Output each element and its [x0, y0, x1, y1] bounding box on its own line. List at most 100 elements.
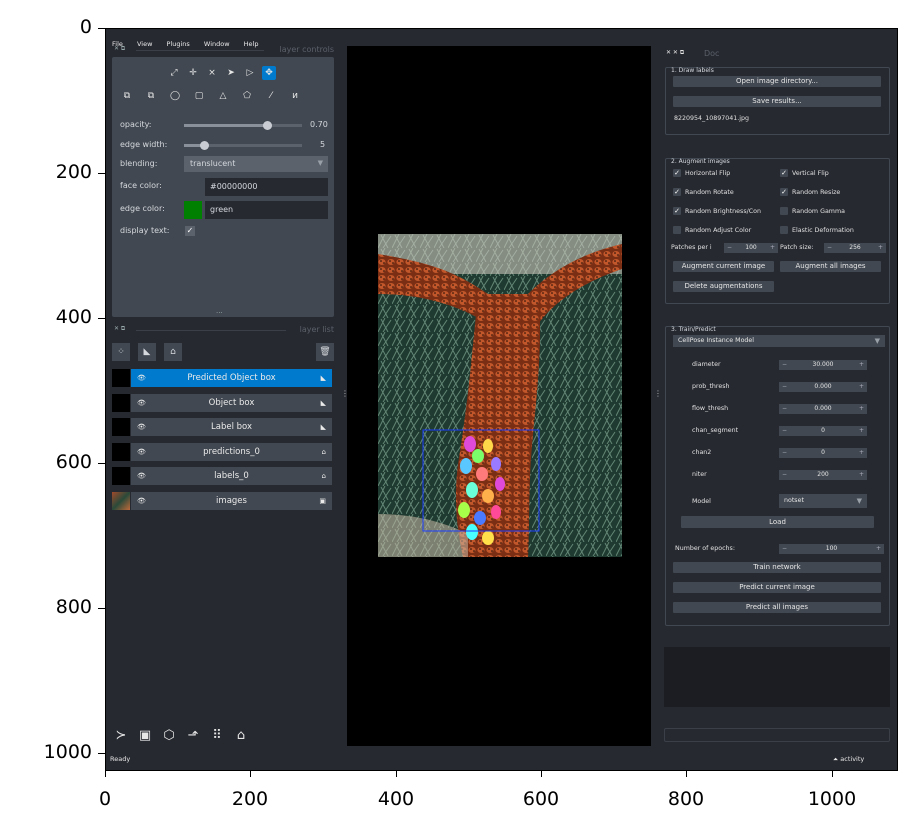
plus-icon[interactable]: + [770, 243, 775, 253]
roll-icon: ⬡ [163, 728, 175, 743]
eye-icon[interactable]: 👁 [137, 492, 146, 510]
edge-color-input[interactable]: green [205, 201, 328, 219]
opacity-slider[interactable] [184, 121, 302, 130]
patches-spinbox[interactable]: −100 + [724, 243, 778, 253]
select-vertices-button[interactable]: ⤢ [167, 66, 181, 80]
blending-select[interactable]: translucent ▼ [184, 156, 328, 172]
edge-color-swatch[interactable] [184, 201, 202, 219]
chevron-down-icon: ▼ [317, 159, 323, 167]
load-button[interactable]: Load [681, 516, 874, 528]
transpose-button[interactable]: ⬏ [184, 727, 202, 745]
save-results-button[interactable]: Save results... [673, 96, 881, 107]
eye-icon[interactable]: 👁 [137, 467, 146, 485]
augment-option-label: Horizontal Flip [685, 170, 731, 177]
canvas-splitter-left[interactable]: ⋮ [341, 389, 349, 398]
model-type-select[interactable]: CellPose Instance Model ▼ [673, 335, 885, 347]
eye-icon[interactable]: 👁 [137, 394, 146, 412]
augment-all-button[interactable]: Augment all images [780, 261, 881, 272]
patch-size-value: 256 [849, 244, 861, 251]
dock-close-icon[interactable]: ✕ ⧉ [114, 45, 125, 53]
train-network-button[interactable]: Train network [673, 562, 881, 573]
augment-checkbox[interactable]: ✓ Random Resize [780, 188, 840, 196]
patch-size-spinbox[interactable]: −256 + [824, 243, 886, 253]
eye-icon[interactable]: 👁 [137, 443, 146, 461]
plus-icon[interactable]: + [876, 544, 881, 554]
augment-checkbox[interactable]: ✓ Vertical Flip [780, 169, 829, 177]
predict-current-button[interactable]: Predict current image [673, 582, 881, 593]
y-tick-mark [98, 753, 105, 754]
move-front-button[interactable]: ⧉ [144, 89, 158, 103]
plus-icon[interactable]: + [878, 243, 883, 253]
edge-width-slider[interactable] [184, 141, 302, 150]
dock-close-icon[interactable]: ✕ ✕ ⧉ [666, 49, 684, 57]
plus-icon[interactable]: + [859, 470, 864, 480]
param-spinbox[interactable]: −30.000 + [779, 360, 867, 370]
activity-button[interactable]: ⏶ activity [833, 755, 864, 764]
edge-width-slider-handle[interactable] [200, 141, 209, 150]
pan-zoom-button[interactable]: ✥ [262, 66, 276, 80]
labels-icon: ⌂ [321, 472, 326, 480]
model-select[interactable]: notset ▼ [779, 494, 867, 508]
move-back-button[interactable]: ⧉ [120, 89, 134, 103]
layer-row[interactable]: 👁 Object box ◣ [131, 393, 332, 412]
plus-icon[interactable]: + [859, 360, 864, 370]
eye-icon[interactable]: 👁 [137, 418, 146, 436]
opacity-slider-handle[interactable] [262, 121, 272, 130]
augment-checkbox[interactable]: ✓ Horizontal Flip [673, 169, 730, 177]
augment-checkbox[interactable]: Elastic Deformation [780, 226, 854, 234]
delete-layer-button[interactable]: 🗑 [316, 343, 334, 361]
polyline-button[interactable]: ᴎ [288, 89, 302, 103]
new-shapes-button[interactable]: ◣ [138, 343, 156, 361]
face-color-swatch[interactable] [184, 178, 202, 196]
remove-vertices-button[interactable]: × [205, 66, 219, 80]
predict-all-button[interactable]: Predict all images [673, 602, 881, 613]
path-button[interactable]: ⬠ [240, 89, 254, 103]
layer-row[interactable]: 👁 Predicted Object box ◣ [131, 369, 332, 387]
line-button[interactable]: ⁄ [264, 89, 278, 103]
augment-current-button[interactable]: Augment current image [673, 261, 774, 272]
layer-row[interactable]: 👁 predictions_0 ⌂ [131, 442, 332, 461]
augment-checkbox[interactable]: ✓ Random Rotate [673, 188, 734, 196]
roll-button[interactable]: ⬡ [160, 727, 178, 745]
augment-checkbox[interactable]: Random Adjust Color [673, 226, 751, 234]
grid-button[interactable]: ⠿ [208, 727, 226, 745]
output-area[interactable] [664, 647, 890, 707]
param-spinbox[interactable]: −0 + [779, 426, 867, 436]
eye-icon[interactable]: 👁 [137, 369, 146, 387]
augment-checkbox[interactable]: Random Gamma [780, 207, 845, 215]
param-spinbox[interactable]: −200 + [779, 470, 867, 480]
layer-row[interactable]: 👁 labels_0 ⌂ [131, 467, 332, 485]
param-spinbox[interactable]: −0 + [779, 448, 867, 458]
select-button[interactable]: ➤ [224, 66, 238, 80]
polygon-button[interactable]: △ [216, 89, 230, 103]
plus-icon[interactable]: + [859, 404, 864, 414]
console-button[interactable]: ≻ [112, 727, 130, 745]
new-labels-button[interactable]: ⌂ [164, 343, 182, 361]
blending-label: blending: [120, 159, 158, 168]
ndisplay-button[interactable]: ▣ [136, 727, 154, 745]
ellipse-button[interactable]: ◯ [168, 89, 182, 103]
plus-icon[interactable]: + [859, 448, 864, 458]
param-spinbox[interactable]: −0.000 + [779, 404, 867, 414]
select-icon: ➤ [227, 68, 235, 78]
canvas-splitter-right[interactable]: ⋮ [654, 389, 662, 398]
plus-icon[interactable]: + [859, 382, 864, 392]
plus-icon[interactable]: + [859, 426, 864, 436]
viewer-canvas[interactable] [347, 46, 651, 746]
epochs-spinbox[interactable]: −100 + [779, 544, 884, 554]
layer-row[interactable]: 👁 images ▣ [131, 491, 332, 510]
face-color-input[interactable]: #00000000 [205, 178, 328, 196]
layer-row[interactable]: 👁 Label box ◣ [131, 418, 332, 436]
rectangle-button[interactable]: ▢ [192, 89, 206, 103]
direct-select-button[interactable]: ▷ [243, 66, 257, 80]
dock-float-icon[interactable]: ✕ ⧉ [114, 325, 125, 333]
splitter-handle[interactable]: ··· [216, 309, 223, 317]
home-button[interactable]: ⌂ [232, 727, 250, 745]
add-vertices-button[interactable]: ✛ [186, 66, 200, 80]
display-text-checkbox[interactable]: ✓ [185, 226, 195, 236]
delete-augmentations-button[interactable]: Delete augmentations [673, 281, 774, 292]
new-points-button[interactable]: ⁘ [112, 343, 130, 361]
open-directory-button[interactable]: Open image directory... [673, 76, 881, 87]
augment-checkbox[interactable]: ✓ Random Brightness/Con [673, 207, 761, 215]
param-spinbox[interactable]: −0.000 + [779, 382, 867, 392]
